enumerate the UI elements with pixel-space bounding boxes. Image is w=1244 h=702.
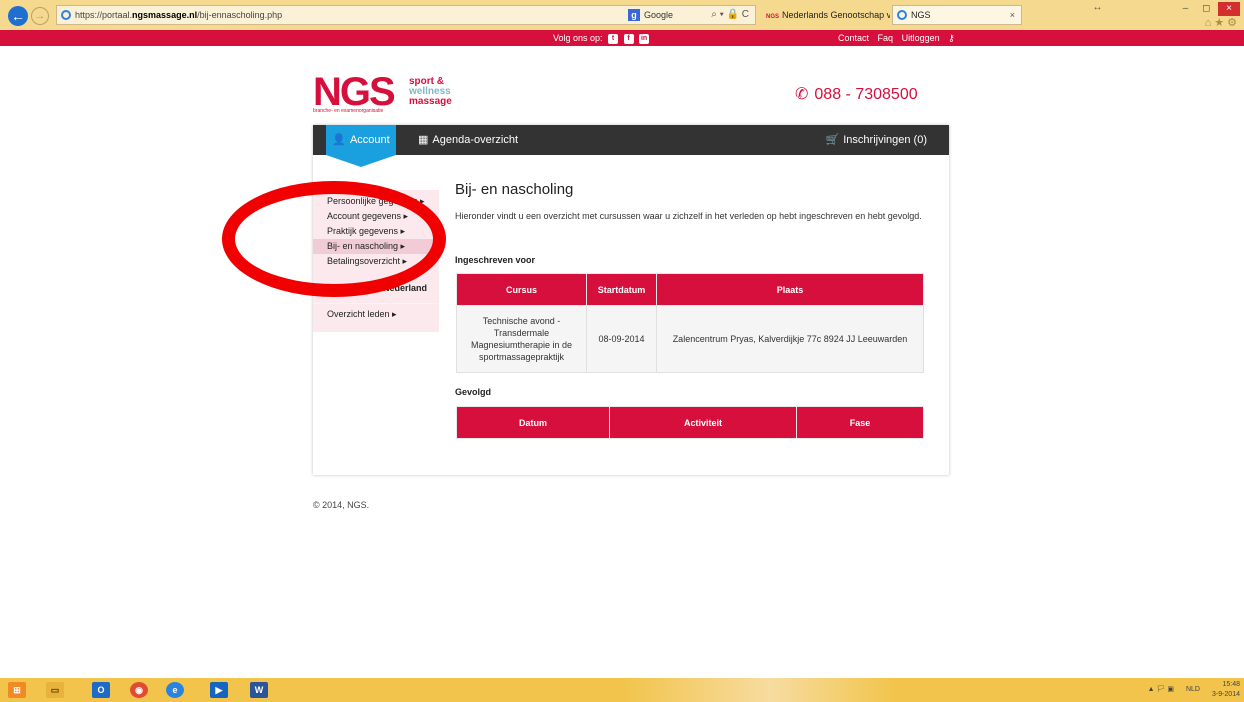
- search-provider-label: Google: [644, 10, 674, 20]
- column-header: Startdatum: [586, 273, 657, 306]
- logo-sub-line: massage: [409, 96, 452, 107]
- windows-taskbar: ⊞ ▭ O ◉ e ▶ W ▲ 🏳 ▣ NLD 15:48 3-9-2014: [0, 678, 1244, 702]
- url-host: ngsmassage.nl: [132, 10, 198, 20]
- place-cell: Zalencentrum Pryas, Kalverdijkje 77c 892…: [656, 305, 924, 373]
- column-header: Activiteit: [609, 406, 797, 439]
- favorites-icons[interactable]: ⌂★⚙: [1205, 16, 1240, 29]
- start-icon[interactable]: ⊞: [8, 682, 26, 698]
- outlook-icon[interactable]: O: [92, 682, 110, 698]
- intro-text: Hieronder vindt u een overzicht met curs…: [455, 211, 922, 221]
- registered-table: Cursus Startdatum Plaats Technische avon…: [456, 273, 924, 373]
- nav-inschrijvingen[interactable]: 🛒 Inschrijvingen (0): [826, 125, 927, 155]
- close-tab-icon[interactable]: ×: [1010, 6, 1015, 24]
- social-follow: Volg ons op: t f in: [553, 30, 650, 46]
- sidebar-item-overzicht-leden[interactable]: Overzicht leden ▸: [313, 307, 439, 322]
- tab-label: NGS: [911, 10, 931, 20]
- nav-agenda-label: Agenda-overzicht: [432, 134, 519, 146]
- column-header: Cursus: [456, 273, 587, 306]
- nav-account[interactable]: 👤 Account: [326, 125, 396, 167]
- explorer-icon[interactable]: ▭: [46, 682, 64, 698]
- google-icon: g: [628, 9, 640, 21]
- tray-icons[interactable]: ▲ 🏳 ▣: [1148, 685, 1174, 695]
- window-controls: ↔ – ◻ ×: [1092, 2, 1240, 16]
- user-icon: 👤: [332, 134, 346, 146]
- start-date-cell: 08-09-2014: [586, 305, 657, 373]
- key-icon: ⚷: [948, 33, 955, 43]
- follow-label: Volg ons op:: [553, 33, 603, 43]
- followed-section-title: Gevolgd: [455, 387, 492, 397]
- clock-date[interactable]: 3-9-2014: [1212, 690, 1240, 700]
- faq-link[interactable]: Faq: [878, 33, 894, 43]
- search-provider-tab[interactable]: g Google: [624, 5, 756, 25]
- table-header-row: Datum Activiteit Fase: [456, 406, 924, 439]
- column-header: Fase: [796, 406, 924, 439]
- tab-ngs[interactable]: NGS ×: [892, 5, 1022, 25]
- logout-link[interactable]: Uitloggen ⚷: [902, 33, 961, 43]
- registered-section-title: Ingeschreven voor: [455, 255, 536, 265]
- language-indicator[interactable]: NLD: [1186, 685, 1200, 695]
- remote-desktop-icon[interactable]: ▶: [210, 682, 228, 698]
- internet-explorer-icon[interactable]: e: [166, 682, 184, 698]
- url-path: /bij-ennascholing.php: [197, 10, 283, 20]
- active-tab-arrow: [326, 155, 396, 167]
- logout-label: Uitloggen: [901, 33, 940, 43]
- facebook-icon[interactable]: f: [623, 33, 634, 44]
- tab-label: Nederlands Genootschap voor ...: [782, 10, 890, 20]
- phone-icon: ✆: [795, 86, 809, 103]
- column-header: Datum: [456, 406, 610, 439]
- table-row: Technische avond - Transdermale Magnesiu…: [456, 305, 924, 373]
- column-header: Plaats: [656, 273, 924, 306]
- restore-button[interactable]: ◻: [1197, 3, 1215, 14]
- browser-toolbar: ← → https://portaal.ngsmassage.nl/bij-en…: [0, 0, 1244, 30]
- system-tray: ▲ 🏳 ▣ NLD 15:48 3-9-2014: [1148, 680, 1240, 700]
- chrome-icon[interactable]: ◉: [130, 682, 148, 698]
- nav-cart-label: Inschrijvingen (0): [843, 134, 927, 146]
- sidebar-divider: [313, 303, 439, 304]
- ie-site-icon: [61, 10, 71, 20]
- ie-tab-icon: [897, 10, 907, 20]
- annotation-circle: [222, 181, 446, 297]
- contact-link[interactable]: Contact: [838, 33, 869, 43]
- top-links: Contact Faq Uitloggen ⚷: [838, 30, 967, 46]
- followed-table: Datum Activiteit Fase: [456, 406, 924, 439]
- forward-button[interactable]: →: [31, 7, 49, 25]
- logo-tagline: branche- en examenorganisatie: [313, 108, 384, 114]
- url-prefix: https://portaal.: [75, 10, 133, 20]
- calendar-icon: ▦: [418, 134, 429, 146]
- tab-ngs-genootschap[interactable]: NGSNederlands Genootschap voor ...: [760, 5, 890, 25]
- close-window-button[interactable]: ×: [1218, 2, 1240, 16]
- table-header-row: Cursus Startdatum Plaats: [456, 273, 924, 306]
- clock-time[interactable]: 15:48: [1212, 680, 1240, 690]
- twitter-icon[interactable]: t: [608, 33, 619, 44]
- nav-agenda[interactable]: ▦ Agenda-overzicht: [418, 125, 518, 155]
- nav-account-label: Account: [349, 134, 390, 146]
- main-panel: 👤 Account ▦ Agenda-overzicht 🛒 Inschrijving…: [313, 125, 949, 475]
- logo-subtitle: sport & wellness massage: [409, 77, 452, 107]
- pin-icon[interactable]: ↔: [1088, 2, 1106, 13]
- cart-icon: 🛒: [825, 134, 840, 146]
- main-navbar: 👤 Account ▦ Agenda-overzicht 🛒 Inschrijving…: [313, 125, 949, 167]
- minimize-button[interactable]: –: [1176, 3, 1194, 14]
- page-title: Bij- en nascholing: [455, 181, 574, 198]
- ngs-logo[interactable]: NGS sport & wellness massage branche- en…: [313, 70, 473, 116]
- phone-number[interactable]: ✆ 088 - 7308500: [795, 84, 918, 104]
- phone-text: 088 - 7308500: [814, 86, 918, 103]
- site-top-bar: Volg ons op: t f in Contact Faq Uitlogge…: [0, 30, 1244, 46]
- linkedin-icon[interactable]: in: [639, 33, 650, 44]
- footer-copyright: © 2014, NGS.: [313, 500, 370, 510]
- back-button[interactable]: ←: [8, 6, 28, 26]
- ngs-favicon: NGS: [766, 14, 780, 20]
- course-cell: Technische avond - Transdermale Magnesiu…: [456, 305, 587, 373]
- word-icon[interactable]: W: [250, 682, 268, 698]
